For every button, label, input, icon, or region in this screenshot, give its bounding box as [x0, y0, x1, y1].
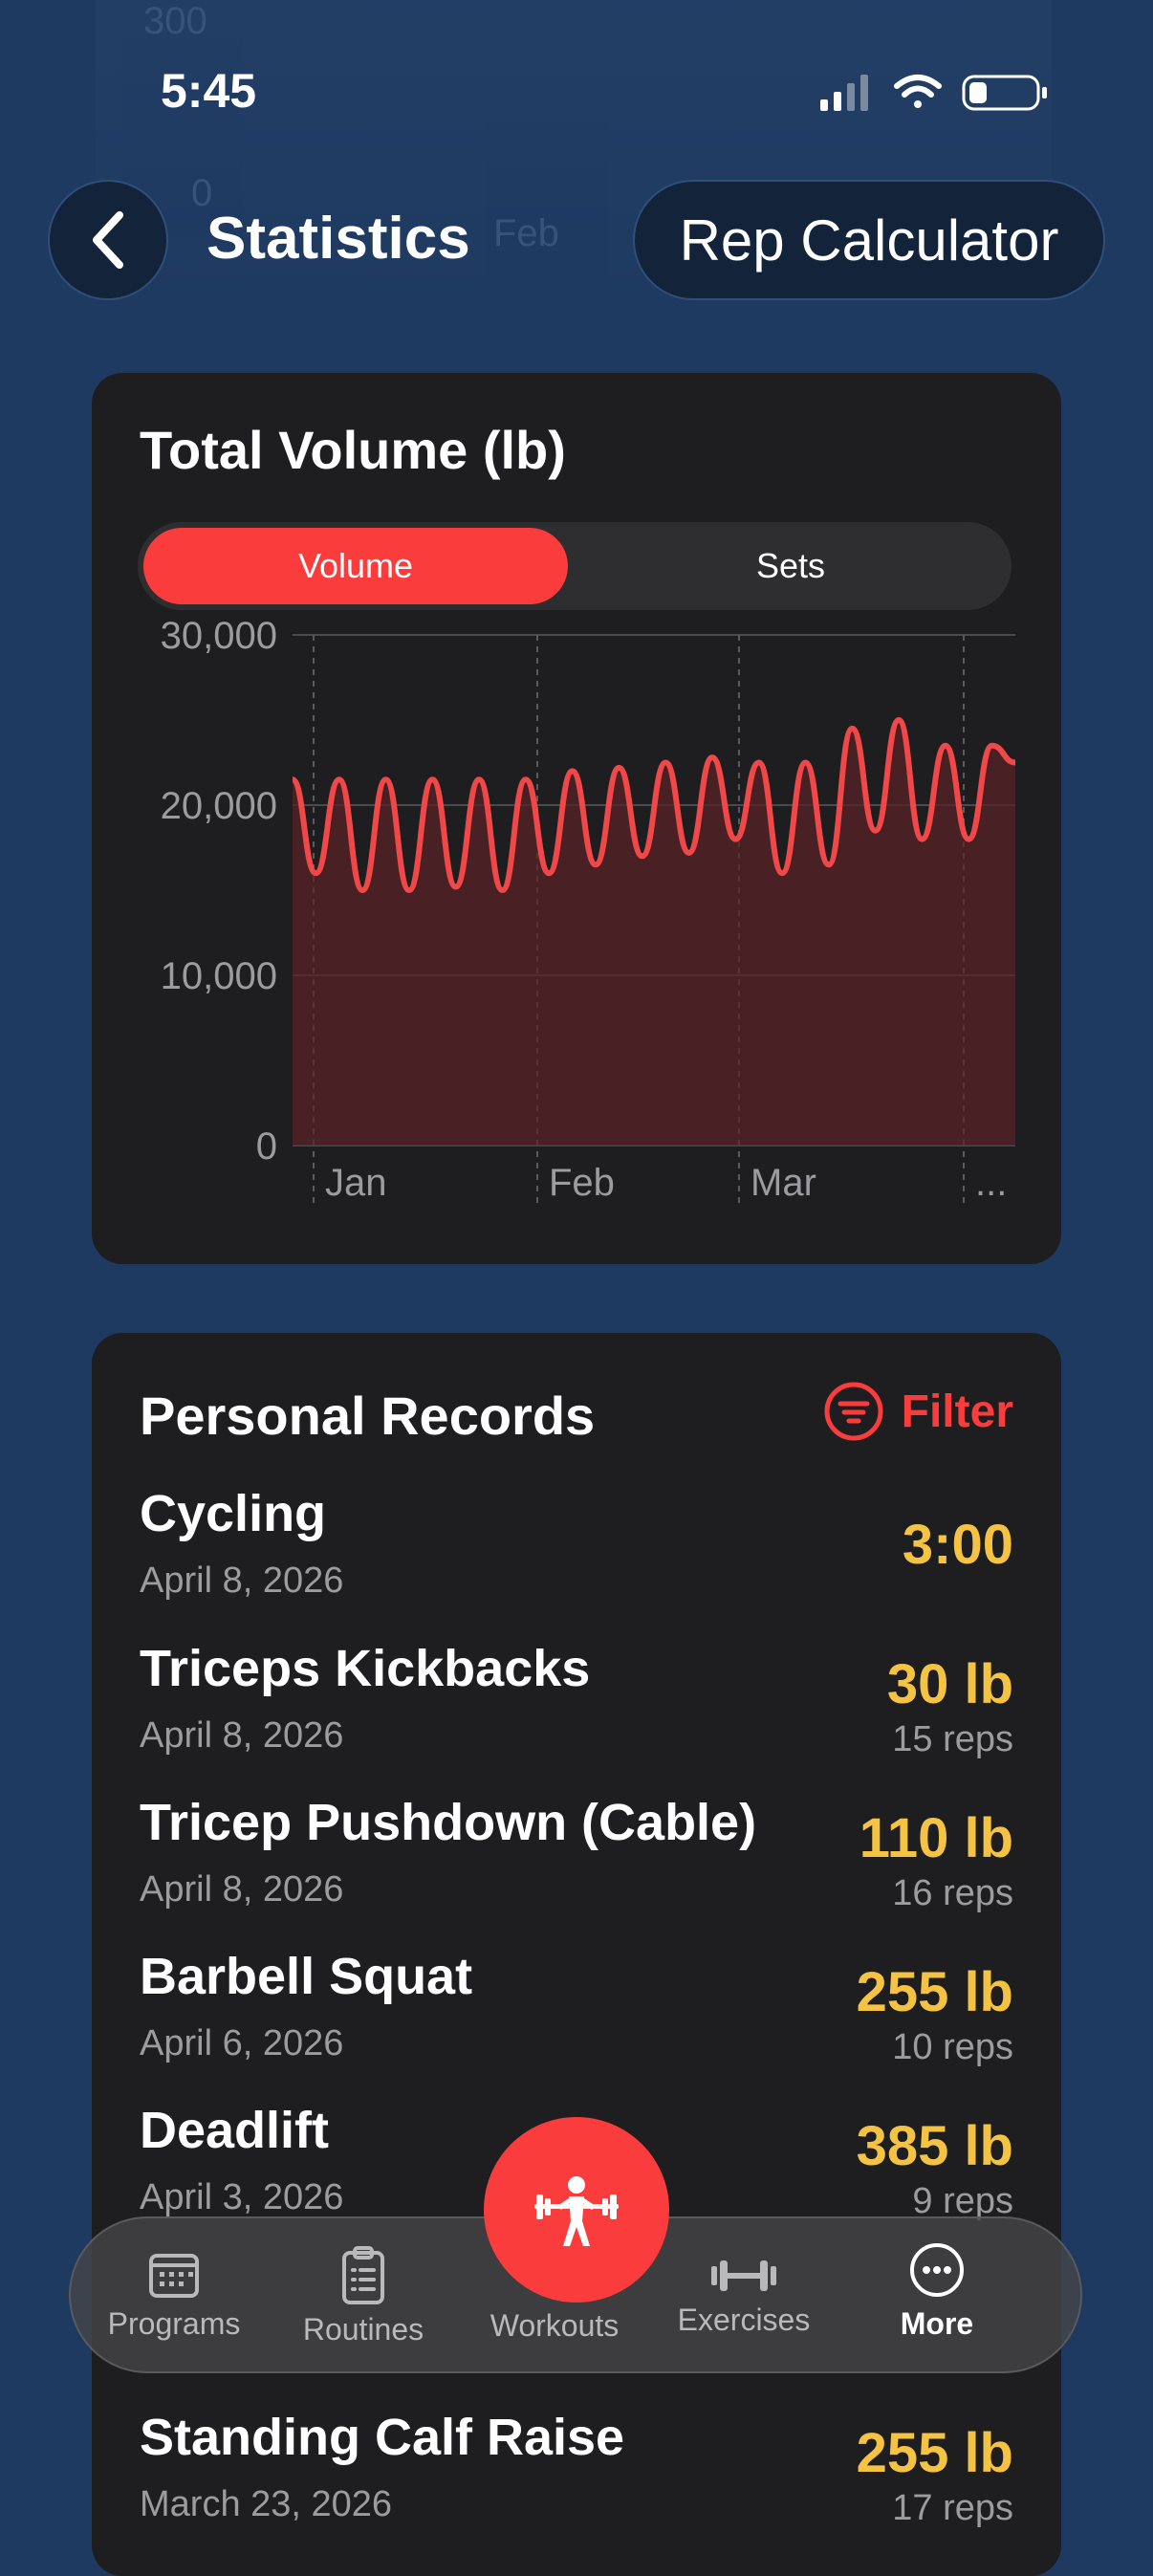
record-name: Deadlift — [140, 2101, 329, 2160]
wifi-icon — [897, 77, 939, 108]
tab-more[interactable]: More — [851, 2241, 1023, 2342]
volume-chart: 30,000 20,000 10,000 0 Jan Feb Mar... — [92, 602, 1061, 1253]
record-name: Barbell Squat — [140, 1947, 472, 2006]
personal-records-card: Personal Records Filter Cycling April 8,… — [92, 1333, 1061, 2576]
record-value: 3:00 — [903, 1513, 1013, 1577]
record-row[interactable]: Standing Calf Raise March 23, 2026 255 l… — [140, 2408, 1013, 2561]
record-row[interactable]: Triceps Kickbacks April 8, 2026 30 lb 15… — [140, 1639, 1013, 1792]
ghost-label: Feb — [493, 212, 559, 255]
record-reps: 10 reps — [892, 2027, 1013, 2068]
volume-card-title: Total Volume (lb) — [140, 419, 566, 481]
record-value: 30 lb — [887, 1652, 1013, 1716]
cellular-signal-icon — [820, 75, 868, 111]
record-date: March 23, 2026 — [140, 2484, 392, 2525]
record-date: April 3, 2026 — [140, 2177, 343, 2218]
record-value: 110 lb — [859, 1806, 1013, 1870]
status-time: 5:45 — [161, 63, 256, 119]
volume-area-fill — [293, 720, 1015, 1146]
tab-label: Programs — [108, 2306, 241, 2341]
tab-label: Routines — [303, 2312, 424, 2347]
record-name: Tricep Pushdown (Cable) — [140, 1793, 756, 1852]
record-row[interactable]: Barbell Squat April 6, 2026 255 lb 10 re… — [140, 1947, 1013, 2100]
record-row[interactable]: Cycling April 8, 2026 3:00 — [140, 1484, 1013, 1637]
x-tick-label: ... — [975, 1162, 1007, 1204]
workouts-fab-button[interactable] — [484, 2117, 669, 2303]
page-title: Statistics — [207, 205, 470, 273]
personal-records-title: Personal Records — [140, 1385, 595, 1447]
y-tick-label: 0 — [256, 1125, 277, 1168]
record-value: 385 lb — [857, 2114, 1013, 2178]
tab-routines[interactable]: Routines — [277, 2245, 449, 2347]
segment-volume[interactable]: Volume — [143, 528, 568, 604]
tab-label: Workouts — [490, 2308, 620, 2343]
record-date: April 8, 2026 — [140, 1561, 343, 1602]
tab-workouts[interactable]: Workouts — [468, 2308, 641, 2344]
record-reps: 15 reps — [892, 1719, 1013, 1760]
segment-sets[interactable]: Sets — [576, 528, 1006, 604]
tab-programs[interactable]: Programs — [88, 2251, 260, 2342]
status-icons — [820, 71, 1050, 113]
dumbbell-icon — [709, 2257, 778, 2295]
tab-label: More — [901, 2306, 973, 2341]
clipboard-list-icon — [341, 2245, 385, 2304]
tab-exercises[interactable]: Exercises — [658, 2257, 830, 2338]
rep-calculator-button[interactable]: Rep Calculator — [633, 180, 1105, 300]
x-tick-label: Mar — [751, 1162, 816, 1204]
record-row[interactable]: Tricep Pushdown (Cable) April 8, 2026 11… — [140, 1793, 1013, 1946]
record-reps: 17 reps — [892, 2488, 1013, 2529]
record-date: April 8, 2026 — [140, 1715, 343, 1757]
ellipsis-circle-icon — [908, 2241, 966, 2299]
record-date: April 8, 2026 — [140, 1869, 343, 1910]
x-tick-label: Jan — [325, 1162, 387, 1204]
battery-icon — [964, 76, 1047, 109]
record-date: April 6, 2026 — [140, 2023, 343, 2064]
chevron-left-icon — [89, 209, 127, 271]
record-name: Triceps Kickbacks — [140, 1639, 590, 1698]
y-tick-label: 30,000 — [161, 615, 277, 657]
weightlifter-icon — [533, 2170, 620, 2250]
record-name: Standing Calf Raise — [140, 2408, 624, 2467]
total-volume-card: Total Volume (lb) Volume Sets 30,000 20,0… — [92, 373, 1061, 1264]
volume-sets-segmented-control: Volume Sets — [138, 522, 1012, 610]
filter-label: Filter — [902, 1386, 1013, 1438]
record-value: 255 lb — [857, 2421, 1013, 2485]
calendar-grid-icon — [148, 2251, 200, 2299]
y-tick-label: 10,000 — [161, 955, 277, 997]
filter-button[interactable]: Filter — [823, 1381, 1013, 1442]
x-tick-label: Feb — [549, 1162, 615, 1204]
record-value: 255 lb — [857, 1960, 1013, 2024]
back-button[interactable] — [48, 180, 168, 300]
filter-icon — [823, 1381, 884, 1442]
y-tick-label: 20,000 — [161, 785, 277, 827]
tab-label: Exercises — [678, 2303, 811, 2337]
record-reps: 16 reps — [892, 1873, 1013, 1914]
ghost-value: 300 — [143, 0, 207, 43]
record-name: Cycling — [140, 1484, 326, 1543]
